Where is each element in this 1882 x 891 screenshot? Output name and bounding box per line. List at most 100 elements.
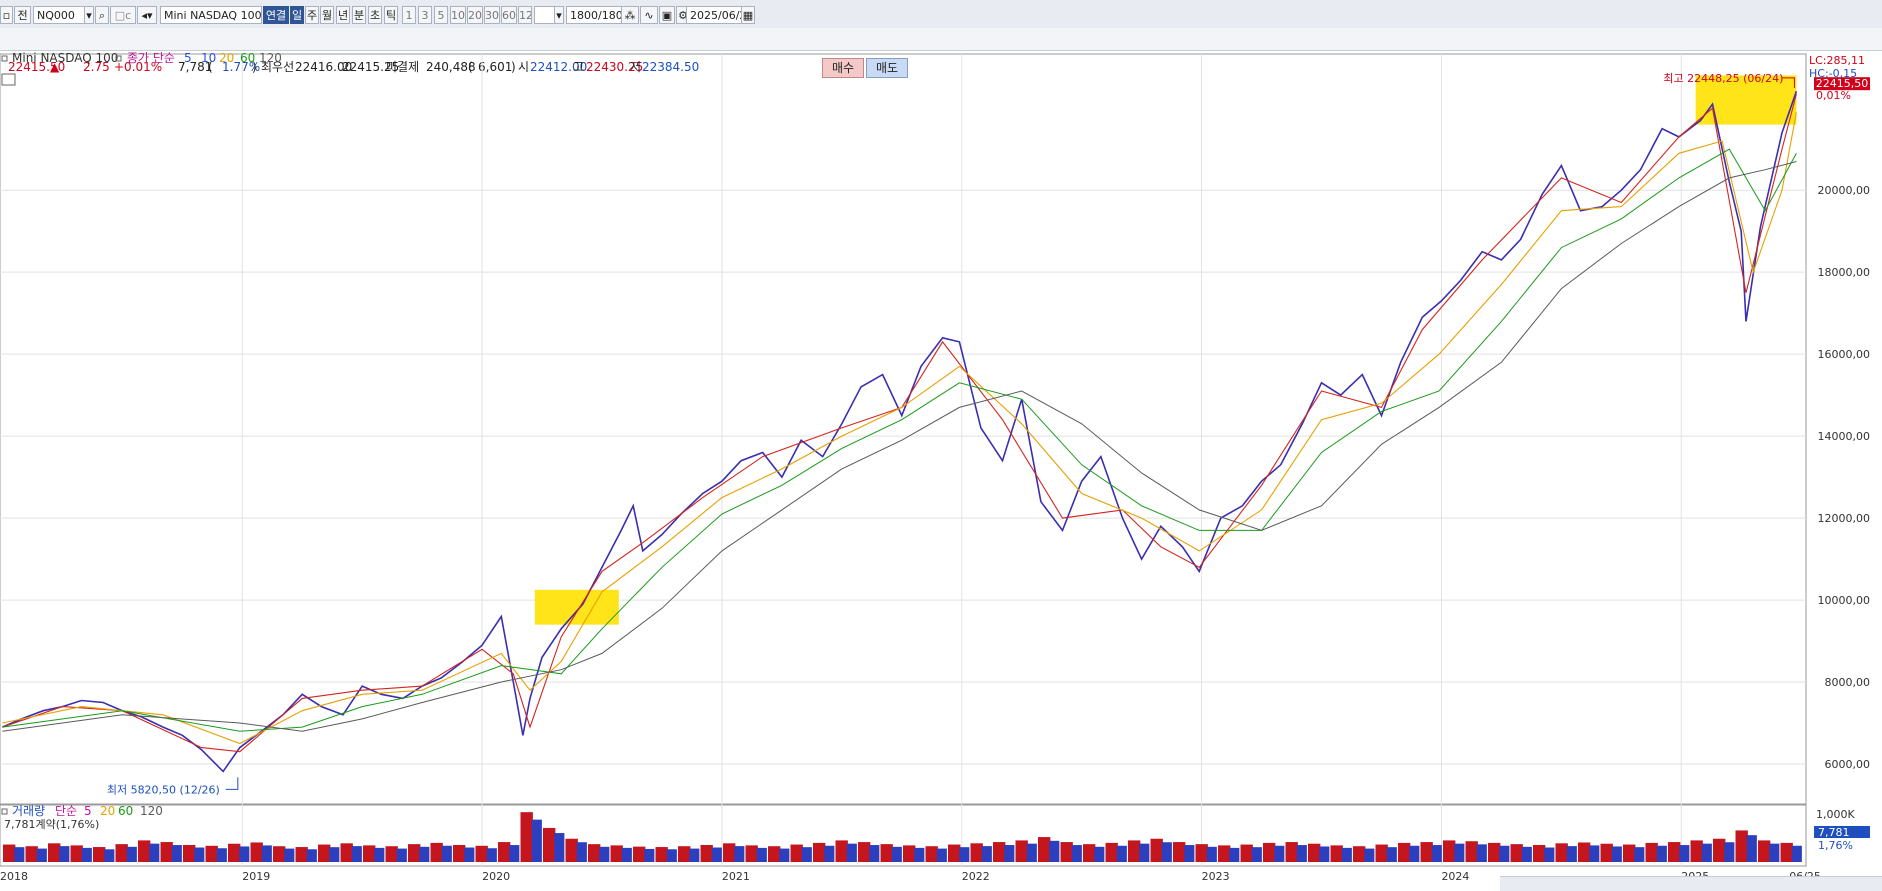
volume-bar [1645,842,1658,862]
volume-bar [1578,842,1591,862]
legend-period: 20 [219,52,234,65]
volume-bar [959,847,970,862]
date-input[interactable]: 2025/06/25 [686,6,742,24]
volume-bar [1600,843,1613,862]
period-button[interactable]: 년 [336,6,350,24]
interval-button[interactable]: 5 [434,6,448,24]
volume-bar [655,847,668,862]
series-line-5 [2,93,1797,753]
interval-button[interactable]: 3 [418,6,432,24]
volume-bar [1274,845,1285,862]
volume-bar [36,848,47,862]
volume-bar [498,842,511,862]
legend-period: 120 [259,52,282,65]
volume-bar [835,840,848,862]
volume-bar [891,846,902,862]
volume-bar [678,846,691,862]
volume-bar [768,846,781,862]
volume-bar [1173,842,1186,862]
legend-period: 10 [201,52,216,65]
symbol-code-input[interactable]: NQ000 [33,6,85,24]
low-arrow [225,777,239,790]
volume-bar [543,827,556,862]
volume-bar [1071,845,1082,862]
volume-bar [531,819,542,862]
volume-bar [453,844,466,862]
sound-icon[interactable]: ◂▾ [137,6,157,24]
period-button[interactable]: 틱 [384,6,398,24]
legend-toggle-icon [1,808,8,815]
chevron-down-icon[interactable]: ▾ [84,6,94,24]
volume-bar [1499,845,1510,862]
y-tick-label: 16000,00 [1818,348,1871,361]
calendar-icon[interactable]: ▦ [741,6,755,24]
volume-bar [149,843,160,862]
x-tick-label: 2023 [1202,870,1230,883]
interval-button[interactable]: 120 [518,6,532,24]
volume-bar [846,843,857,862]
toolbar: ▫ 전 NQ000 ▾ ⌕ □c ◂▾ Mini NASDAQ 100 연결 일… [0,0,1882,29]
series-line-60 [2,148,1797,732]
volume-bar [1398,842,1411,862]
interval-button[interactable]: 10 [450,6,466,24]
symbol-name-field[interactable]: Mini NASDAQ 100 [160,6,262,24]
volume-bar [430,842,443,862]
period-button[interactable]: 주 [305,6,319,24]
tab-button[interactable]: 전 [14,6,31,24]
volume-bar [1701,843,1712,862]
volume-bar [1116,845,1127,862]
interval-button[interactable]: 60 [501,6,517,24]
period-button[interactable]: 연결 [263,6,289,24]
volume-bar [599,846,610,862]
search-icon[interactable]: ⌕ [95,6,109,24]
volume-bar [464,847,475,862]
volume-bar [363,845,376,862]
period-button[interactable]: 분 [352,6,366,24]
volume-bar [588,844,601,862]
period-button[interactable]: 일 [290,6,304,24]
volume-bar [1713,838,1726,862]
volume-bar [1026,843,1037,862]
period-button[interactable]: 월 [320,6,334,24]
legend-period: 60 [240,52,255,65]
volume-bar [756,847,767,862]
volume-bar [1094,846,1105,862]
volume-bar [1308,843,1321,862]
compare-icon[interactable]: □c [110,6,136,24]
volume-bar [1488,842,1501,862]
volume-bar [1386,847,1397,862]
price-chart[interactable]: 6000,00 8000,00 10000,00 12000,00 14000,00 16… [0,52,1882,890]
period-button[interactable]: 초 [368,6,382,24]
volume-bar [70,845,83,862]
volume-bar [419,846,430,862]
volume-bar [48,843,61,862]
volume-bar [93,847,106,862]
y-tick-label: 14000,00 [1818,430,1871,443]
interval-button[interactable]: 20 [467,6,483,24]
volume-bar [1251,847,1262,862]
chart-type-icon[interactable]: ⁂ [621,6,639,24]
volume-bar [970,843,983,862]
window-icon[interactable]: ▫ [0,6,13,24]
volume-bar [486,848,497,862]
save-icon[interactable]: ▣ [659,6,675,24]
volume-bar [1611,846,1622,862]
x-tick-label: 2022 [962,870,990,883]
volume-bar [228,843,241,862]
volume-bar [1566,846,1577,862]
interval-button[interactable]: 30 [484,6,500,24]
volume-bar [329,847,340,862]
chart-scrollbar[interactable] [1500,876,1882,891]
highlight-box [534,589,619,625]
volume-bar [981,846,992,862]
quote-bar: 22415.50 ▲ 2.75 +0.01% 7,781 ( 1.77% ) 최… [0,28,1882,78]
volume-bar [520,812,533,862]
volume-bar [1623,844,1636,862]
volume-bar [475,845,488,862]
indicator-icon[interactable]: ∿ [640,6,658,24]
interval-button[interactable]: 1 [402,6,416,24]
volume-title: 거래량 [12,804,45,818]
chevron-down-icon[interactable]: ▾ [554,6,564,24]
volume-bar [779,848,790,862]
volume-bar [1341,847,1352,862]
